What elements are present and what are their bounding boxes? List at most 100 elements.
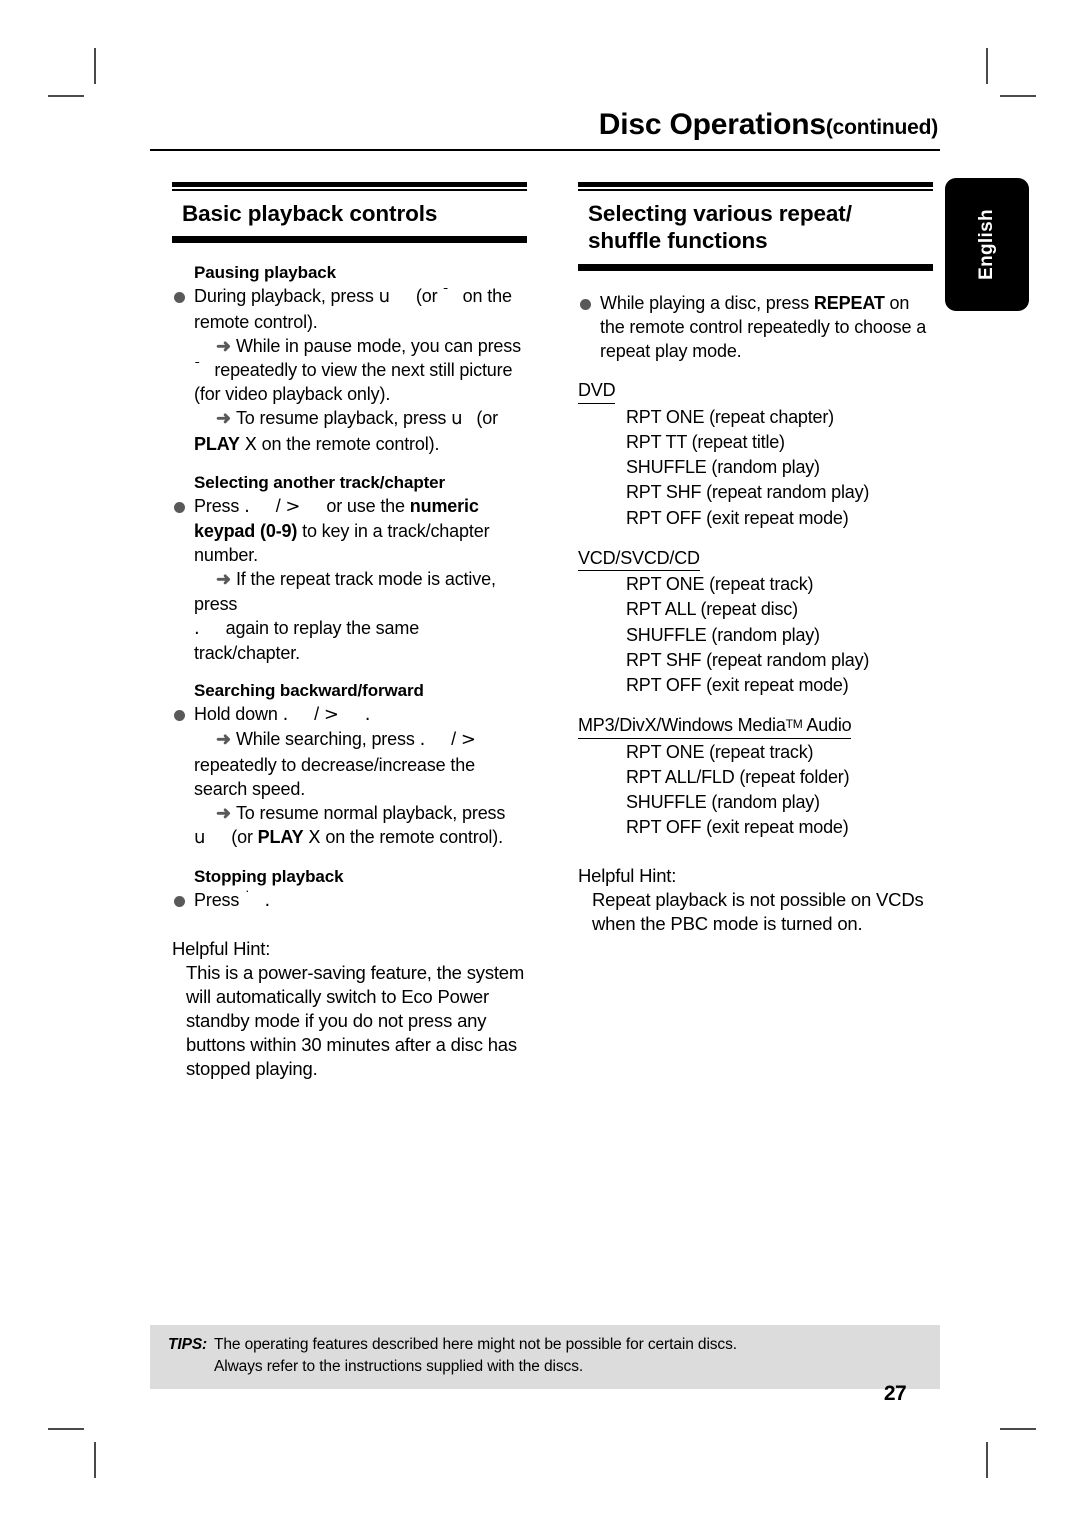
subheading-stopping-playback: Stopping playback (194, 866, 344, 886)
mode-item: RPT TT (repeat title) (626, 432, 785, 453)
bullet-stopping-playback: Press ˙. (172, 888, 527, 913)
mode-item: SHUFFLE (random play) (626, 624, 820, 645)
disc-group-dvd: DVD RPT ONE (repeat chapter) RPT TT (rep… (578, 379, 933, 530)
bullet-dot-icon (174, 710, 185, 722)
arrow-icon: ➜ (216, 335, 231, 356)
trademark-symbol: TM (785, 717, 803, 732)
mode-item: RPT SHF (repeat random play) (626, 649, 870, 670)
crop-mark-bottom-right-horizontal (1000, 1428, 1036, 1430)
arrow-line: ➜ While in pause mode, you can press ¯ repe… (194, 334, 527, 407)
arrow-text: While in pause mode, you can press ¯ repea… (194, 335, 521, 405)
header-divider (150, 149, 940, 151)
language-tab-english: English (945, 178, 1029, 311)
tips-label: TIPS: (168, 1336, 208, 1353)
language-tab-label: English (976, 209, 997, 280)
section-heading-line1: Selecting various repeat/ (588, 201, 852, 226)
mode-list-mp3: RPT ONE (repeat track) RPT ALL/FLD (repe… (578, 740, 933, 841)
subheading-searching: Searching backward/forward (194, 681, 424, 701)
bullet-dot-icon (174, 292, 185, 304)
page-title-continued: (continued) (825, 116, 938, 139)
tips-box: TIPS: The operating features described h… (150, 1325, 940, 1389)
section-rule-top-thick (578, 182, 933, 187)
bullet-dot-icon (580, 298, 591, 310)
crop-mark-top-left-horizontal (48, 95, 84, 97)
section-heading-repeat-shuffle: Selecting various repeat/ shuffle functi… (578, 191, 933, 262)
bullet-text: Hold down . / >. (194, 704, 371, 726)
mode-item: SHUFFLE (random play) (626, 457, 820, 478)
arrow-line: ➜ If the repeat track mode is active, pre… (194, 567, 527, 665)
section-rule-top-thick (172, 182, 527, 187)
mode-item: RPT OFF (exit repeat mode) (626, 817, 849, 838)
bullet-searching: Hold down . / >. ➜ While searching, press … (172, 702, 527, 850)
left-column: Basic playback controls Pausing playback… (172, 182, 527, 1081)
arrow-icon: ➜ (216, 408, 231, 429)
section-heading-line2: shuffle functions (588, 228, 768, 254)
repeat-button-name: REPEAT (813, 292, 885, 313)
helpful-hint-text: This is a power-saving feature, the syst… (186, 961, 525, 1079)
arrow-line: ➜ To resume playback, press u (or PLAY X on… (194, 406, 527, 456)
section-heading-basic-playback: Basic playback controls (182, 201, 438, 226)
tips-line-2: Always refer to the instructions supplie… (214, 1358, 584, 1375)
helpful-hint-right: Helpful Hint: Repeat playback is not pos… (578, 864, 933, 936)
bullet-text: During playback, press u (or ¯ on the remo… (194, 286, 512, 332)
page-title-main: Disc Operations (598, 108, 826, 141)
mode-list-dvd: RPT ONE (repeat chapter) RPT TT (repeat … (578, 405, 933, 531)
arrow-line: ➜ To resume normal playback, press u (or PL… (194, 801, 527, 850)
tips-lines: The operating features described here mi… (214, 1334, 940, 1378)
helpful-hint-label: Helpful Hint: (578, 865, 677, 887)
bullet-repeat-intro: While playing a disc, press REPEAT on th… (578, 291, 933, 364)
bullet-selecting-track: Press . / > or use the numeric keypad (0-9… (172, 494, 527, 665)
crop-mark-bottom-left-vertical (94, 1442, 96, 1478)
page-content: Disc Operations(continued) Basic playbac… (150, 110, 940, 1410)
crop-mark-bottom-left-horizontal (48, 1428, 84, 1430)
arrow-icon: ➜ (216, 569, 231, 590)
page-title: Disc Operations(continued) (150, 110, 940, 140)
tips-line-1: The operating features described here mi… (214, 1336, 737, 1353)
arrow-text: While searching, press . / > repeatedly to… (194, 729, 476, 799)
crop-mark-bottom-right-vertical (986, 1442, 988, 1478)
helpful-hint-label: Helpful Hint: (172, 937, 271, 959)
crop-mark-top-right-horizontal (1000, 95, 1036, 97)
disc-type-suffix: Audio (802, 715, 852, 736)
arrow-text: To resume normal playback, press u (or PLA… (194, 803, 506, 849)
subheading-pausing-playback: Pausing playback (194, 263, 337, 283)
subheading-selecting-track: Selecting another track/chapter (194, 472, 446, 492)
bullet-dot-icon (174, 895, 185, 907)
crop-mark-top-right-vertical (986, 48, 988, 84)
page-number: 27 (883, 1382, 907, 1405)
mode-item: RPT ONE (repeat track) (626, 574, 814, 595)
helpful-hint-text: Repeat playback is not possible on VCDs … (592, 889, 924, 935)
bullet-text: Press . / > or use the numeric keypad (0-9… (194, 495, 490, 566)
disc-type-label: MP3/DivX/Windows MediaTM Audio (578, 714, 852, 739)
helpful-hint-left: Helpful Hint: This is a power-saving fea… (172, 937, 527, 1081)
mode-item: RPT ONE (repeat chapter) (626, 406, 834, 427)
right-column: Selecting various repeat/ shuffle functi… (578, 182, 933, 936)
arrow-icon: ➜ (216, 803, 231, 824)
bullet-pausing-playback: During playback, press u (or ¯ on the remo… (172, 284, 527, 456)
mode-item: RPT OFF (exit repeat mode) (626, 507, 849, 528)
disc-type-text: MP3/DivX/Windows Media (578, 715, 786, 736)
disc-type-label: VCD/SVCD/CD (578, 547, 700, 572)
arrow-line: ➜ While searching, press . / > repeatedly t… (194, 727, 527, 801)
mode-list-vcd: RPT ONE (repeat track) RPT ALL (repeat d… (578, 572, 933, 698)
mode-item: RPT OFF (exit repeat mode) (626, 674, 849, 695)
mode-item: RPT ALL (repeat disc) (626, 599, 798, 620)
crop-mark-top-left-vertical (94, 48, 96, 84)
disc-type-label: DVD (578, 379, 616, 404)
arrow-text: If the repeat track mode is active, pres… (194, 569, 496, 664)
disc-group-mp3-divx-wma: MP3/DivX/Windows MediaTM Audio RPT ONE (… (578, 714, 933, 840)
arrow-text: To resume playback, press u (or PLAY X on … (194, 408, 498, 455)
bullet-text: While playing a disc, press REPEAT on th… (600, 292, 927, 362)
mode-item: SHUFFLE (random play) (626, 791, 820, 812)
arrow-icon: ➜ (216, 729, 231, 750)
bullet-text: Press ˙. (194, 889, 271, 911)
